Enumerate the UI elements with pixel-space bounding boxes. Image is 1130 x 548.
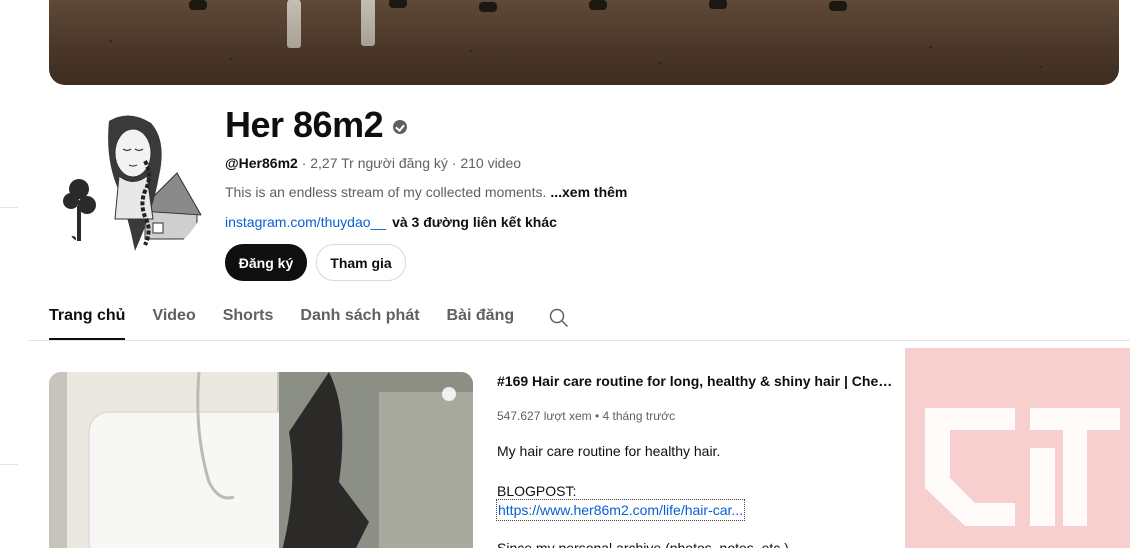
featured-video-thumbnail[interactable]: [49, 372, 473, 548]
instagram-link[interactable]: instagram.com/thuydao__: [225, 214, 386, 230]
channel-description[interactable]: This is an endless stream of my collecte…: [225, 184, 627, 200]
channel-links: instagram.com/thuydao__ và 3 đường liên k…: [225, 214, 557, 230]
channel-banner: [49, 0, 1119, 85]
blogpost-label: BLOGPOST:: [497, 483, 577, 499]
channel-handle: @Her86m2: [225, 155, 298, 171]
left-divider: [0, 207, 18, 208]
tabs-divider: [28, 340, 1130, 341]
tab-shorts[interactable]: Shorts: [223, 300, 274, 340]
channel-tabs: Trang chủ Video Shorts Danh sách phát Bà…: [49, 300, 569, 340]
channel-name-text: Her 86m2: [225, 104, 384, 145]
tab-videos[interactable]: Video: [152, 300, 195, 340]
subscriber-count: · 2,27 Tr người đăng ký · 210 video: [297, 155, 522, 171]
featured-video-meta: 547.627 lượt xem • 4 tháng trước: [497, 409, 676, 423]
banner-goat: [829, 1, 847, 11]
featured-video-description-cut: Since my personal archive (photos, notes…: [497, 540, 789, 548]
featured-video-description: My hair care routine for healthy hair.: [497, 443, 721, 459]
tab-playlists[interactable]: Danh sách phát: [300, 300, 419, 340]
banner-figure: [361, 0, 375, 46]
banner-goat: [589, 0, 607, 10]
channel-name: Her 86m2: [225, 104, 408, 146]
banner-goat: [189, 0, 207, 10]
show-more-link[interactable]: ...xem thêm: [550, 184, 627, 200]
other-links-button[interactable]: và 3 đường liên kết khác: [392, 214, 557, 230]
watermark-logo: [905, 348, 1130, 548]
left-divider: [0, 464, 18, 465]
channel-meta: @Her86m2 · 2,27 Tr người đăng ký · 210 v…: [225, 155, 521, 171]
description-text: This is an endless stream of my collecte…: [225, 184, 547, 200]
blogpost-link[interactable]: https://www.her86m2.com/life/hair-car...: [496, 499, 746, 521]
banner-figure: [287, 0, 301, 48]
tab-posts[interactable]: Bài đăng: [447, 300, 515, 340]
tab-home[interactable]: Trang chủ: [49, 300, 126, 340]
banner-goat: [709, 0, 727, 9]
subscribe-button[interactable]: Đăng ký: [225, 244, 307, 281]
banner-goat: [389, 0, 407, 8]
featured-video-title[interactable]: #169 Hair care routine for long, healthy…: [497, 373, 897, 389]
channel-avatar[interactable]: [49, 101, 209, 261]
join-button[interactable]: Tham gia: [316, 244, 406, 281]
search-icon[interactable]: [549, 308, 569, 328]
banner-goat: [479, 2, 497, 12]
verified-icon: [393, 120, 408, 134]
